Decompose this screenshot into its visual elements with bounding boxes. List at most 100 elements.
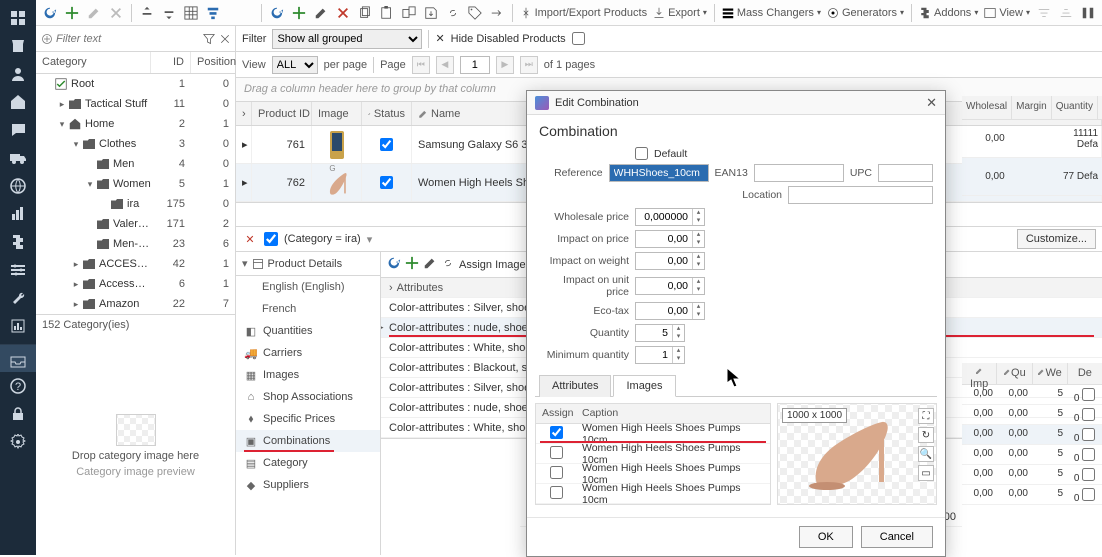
arrow-button[interactable] (487, 3, 507, 23)
location-input[interactable] (788, 186, 933, 204)
ean13-input[interactable] (754, 164, 844, 182)
delete-category-button[interactable] (106, 3, 126, 23)
hide-disabled-checkbox[interactable] (572, 32, 585, 45)
tree-row[interactable]: ▸Tactical Stuff110 (36, 94, 235, 114)
dialog-titlebar[interactable]: Edit Combination ✕ (527, 91, 945, 115)
first-page-button[interactable]: ⏮ (412, 56, 430, 74)
dialog-close-button[interactable]: ✕ (926, 95, 937, 111)
filter-toggle-button[interactable] (203, 3, 223, 23)
detail-item[interactable]: ⬧Specific Prices (236, 408, 380, 430)
grid-header-wholesale[interactable]: Wholesal (962, 96, 1012, 119)
grid-header-image[interactable]: Image (312, 102, 362, 125)
generators-dropdown[interactable]: Generators▾ (825, 7, 906, 19)
detail-item[interactable]: ▤Category (236, 452, 380, 474)
nav-users[interactable] (0, 60, 36, 88)
move-up-button[interactable] (137, 3, 157, 23)
combo-refresh-button[interactable] (387, 256, 401, 273)
image-list-row[interactable]: Women High Heels Shoes Pumps 10cm (536, 484, 770, 504)
page-input[interactable] (460, 56, 490, 74)
edit-category-button[interactable] (84, 3, 104, 23)
prev-page-button[interactable]: ◀ (436, 56, 454, 74)
grid-header-status[interactable]: Status (362, 102, 412, 125)
nav-home[interactable] (0, 88, 36, 116)
tree-row[interactable]: ▸Amazon227 (36, 294, 235, 314)
preview-fullscreen-button[interactable]: ⛶ (918, 408, 934, 424)
tree-row[interactable]: Valera test in1712 (36, 214, 235, 234)
tree-filter-input[interactable] (56, 33, 199, 45)
preview-rotate-button[interactable]: ↻ (918, 427, 934, 443)
tree-row[interactable]: ▸ACCESSORI421 (36, 254, 235, 274)
link-button[interactable] (443, 3, 463, 23)
combo-right-row[interactable]: 0,000,0050 (962, 425, 1102, 445)
tree-row[interactable]: ▾Women51 (36, 174, 235, 194)
tab-attributes[interactable]: Attributes (539, 375, 611, 397)
export-csv-button[interactable] (421, 3, 441, 23)
nav-chart[interactable] (0, 312, 36, 340)
tree-row[interactable]: ▾Clothes30 (36, 134, 235, 154)
nav-gear[interactable] (0, 428, 36, 456)
tree-row[interactable]: Root10 (36, 74, 235, 94)
preview-zoom-button[interactable]: 🔍 (918, 446, 934, 462)
tree-header-position[interactable]: Position (191, 52, 235, 73)
tree-row[interactable]: ▾Home21 (36, 114, 235, 134)
nav-globe[interactable] (0, 172, 36, 200)
dialog-cancel-button[interactable]: Cancel (861, 526, 933, 548)
assign-header[interactable]: Assign (536, 404, 576, 423)
wholesale-input[interactable] (636, 209, 692, 225)
copy-button[interactable] (355, 3, 375, 23)
detail-item[interactable]: English (English) (236, 276, 380, 298)
nav-stats[interactable] (0, 200, 36, 228)
product-details-header[interactable]: ▾ Product Details (236, 252, 380, 276)
quantity-input[interactable] (636, 325, 672, 341)
edit-product-button[interactable] (311, 3, 331, 23)
filter-select[interactable]: Show all grouped (272, 29, 422, 49)
impact-weight-input[interactable] (636, 253, 692, 269)
columns-button[interactable] (1078, 3, 1098, 23)
nav-inbox[interactable] (0, 344, 36, 372)
default-checkbox[interactable] (635, 147, 648, 160)
combo-edit-button[interactable] (423, 256, 437, 273)
impact-unit-input[interactable] (636, 278, 692, 294)
nav-store[interactable] (0, 32, 36, 60)
clear-tag-button[interactable]: ✕ (242, 231, 258, 247)
nav-plugin[interactable] (0, 228, 36, 256)
addons-dropdown[interactable]: Addons▾ (917, 7, 980, 19)
combo-right-row[interactable]: 0,000,0050 (962, 445, 1102, 465)
detail-item[interactable]: ▣Combinations (236, 430, 380, 452)
tree-header-category[interactable]: Category (36, 52, 151, 73)
refresh-grid-button[interactable] (267, 3, 287, 23)
nav-lock[interactable] (0, 400, 36, 428)
detail-item[interactable]: French (236, 298, 380, 320)
export-dropdown[interactable]: Export▾ (651, 7, 709, 19)
combo-add-button[interactable] (405, 256, 419, 273)
caption-header[interactable]: Caption (576, 404, 624, 423)
paste-button[interactable] (377, 3, 397, 23)
combo-right-row[interactable]: 0,000,0050 (962, 465, 1102, 485)
category-image-dropzone[interactable]: Drop category image here Category image … (36, 336, 235, 555)
view-select[interactable]: ALL (272, 56, 318, 74)
refresh-tree-button[interactable] (40, 3, 60, 23)
detail-item[interactable]: 🚚Carriers (236, 342, 380, 364)
filter-funnel-icon[interactable] (202, 31, 215, 47)
grid-header-qty[interactable]: Quantity (1052, 96, 1098, 119)
grid-header-editcol[interactable] (1098, 96, 1102, 119)
combo-right-row[interactable]: 0,000,0050 (962, 485, 1102, 505)
combo-right-row[interactable]: 0,000,0050 (962, 405, 1102, 425)
delete-product-button[interactable] (333, 3, 353, 23)
dialog-ok-button[interactable]: OK (799, 526, 853, 548)
combo-link-button[interactable] (441, 256, 455, 273)
sort-asc-button[interactable] (1034, 3, 1054, 23)
grid-header-margin[interactable]: Margin (1012, 96, 1052, 119)
upc-input[interactable] (878, 164, 933, 182)
grid-header-id[interactable]: Product ID (252, 102, 312, 125)
filter-clear-icon[interactable] (218, 31, 231, 47)
view-dropdown[interactable]: View▾ (982, 7, 1032, 19)
tag-tool-button[interactable] (465, 3, 485, 23)
add-category-button[interactable] (62, 3, 82, 23)
grid-button[interactable] (181, 3, 201, 23)
minqty-input[interactable] (636, 347, 672, 363)
tree-row[interactable]: Men-import236 (36, 234, 235, 254)
tag-checkbox[interactable] (264, 232, 278, 246)
mass-changers-dropdown[interactable]: Mass Changers▾ (720, 7, 823, 19)
detail-item[interactable]: ◧Quantities (236, 320, 380, 342)
